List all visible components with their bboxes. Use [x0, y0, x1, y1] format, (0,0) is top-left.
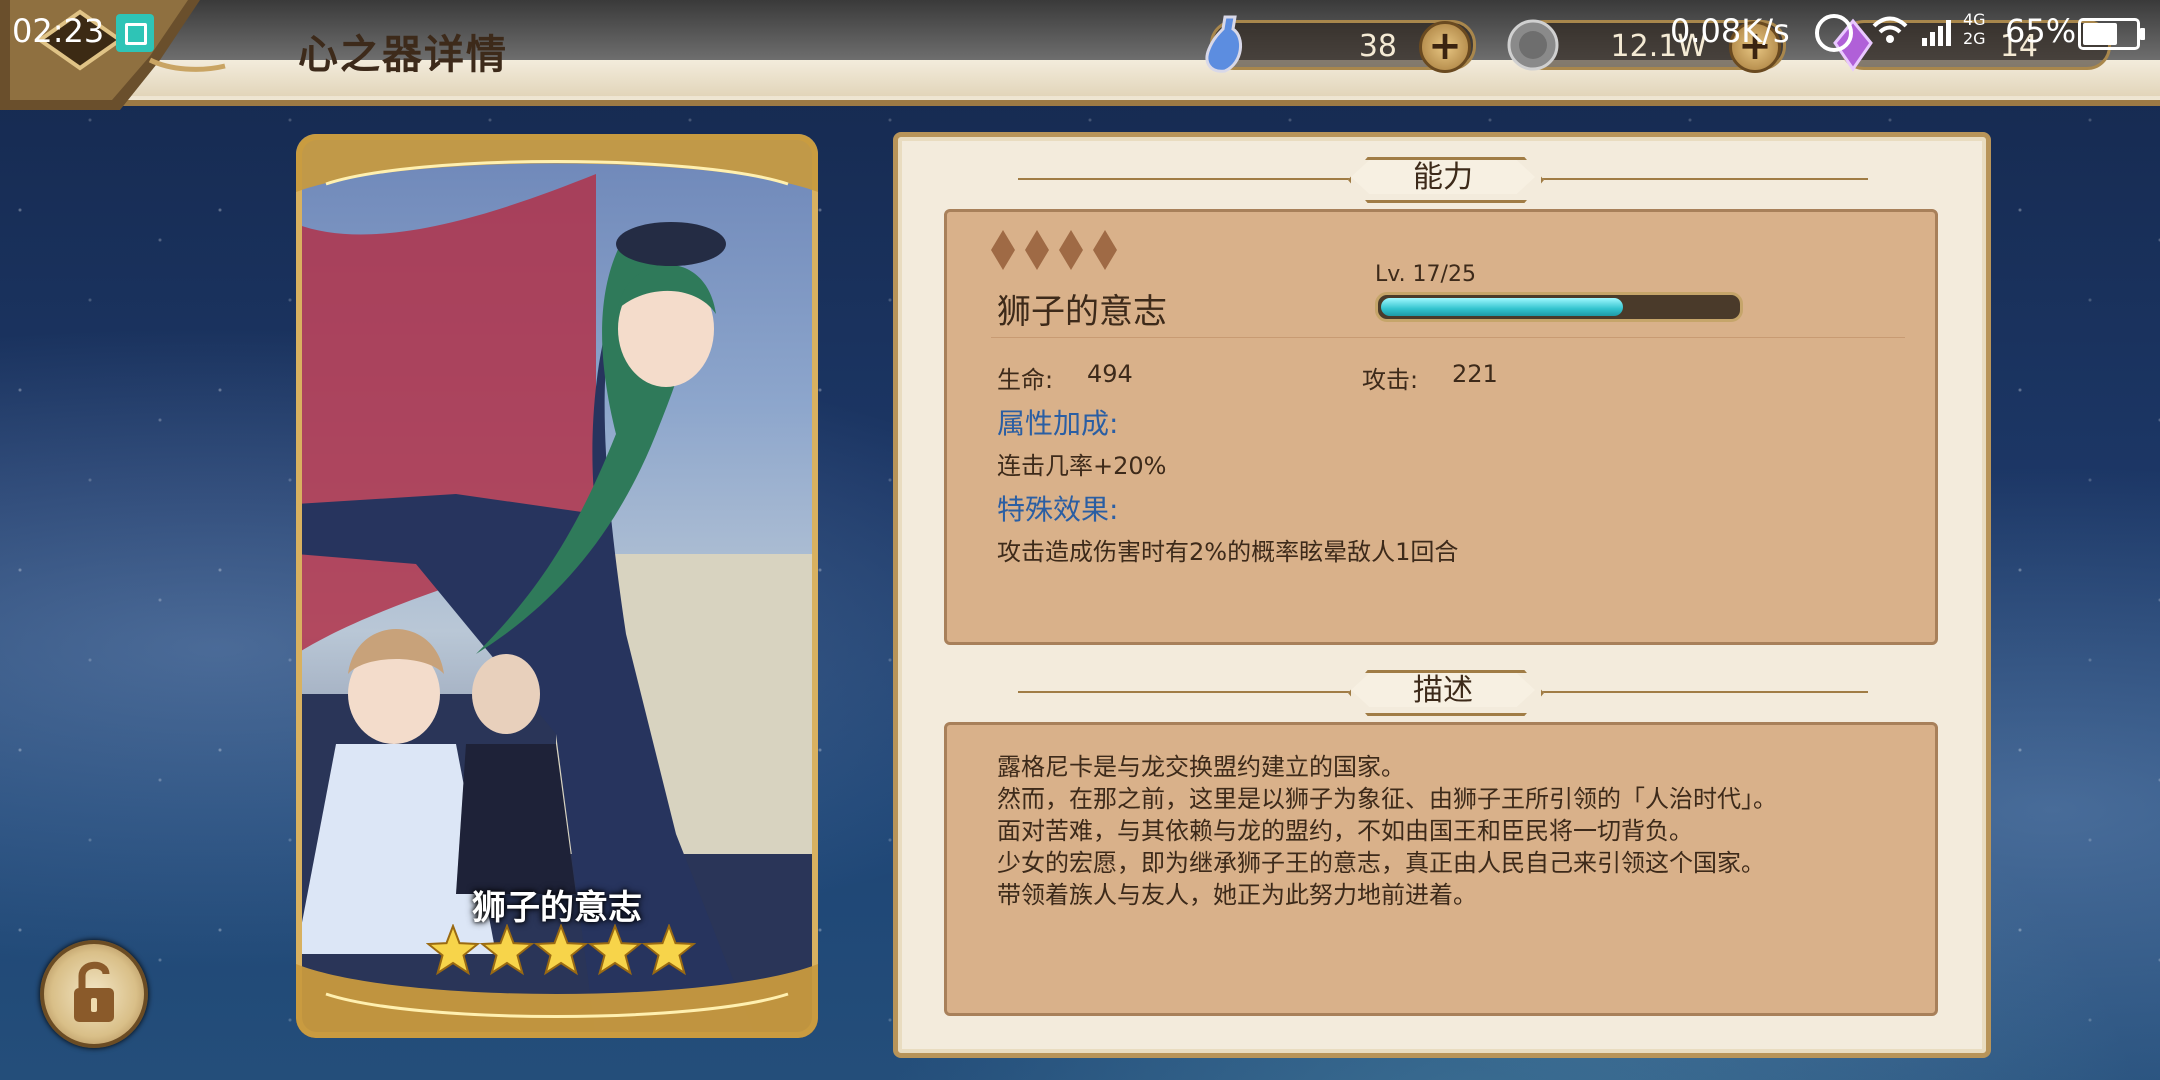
stats-divider: [991, 337, 1905, 338]
star-icon: [533, 924, 589, 976]
ability-header: 能力: [1018, 157, 1868, 203]
battery-level: [2083, 23, 2117, 45]
card-illustration[interactable]: 狮子的意志: [296, 134, 818, 1038]
attr-bonus-label: 属性加成:: [997, 407, 1119, 440]
status-bar: 02:23 0.08K/s 4G 2G 65%: [0, 0, 2160, 60]
attr-bonus-text: 连击几率+20%: [997, 452, 1167, 480]
star-icon: [587, 924, 643, 976]
special-effect-label: 特殊效果:: [997, 493, 1119, 526]
level-text: Lv. 17/25: [1375, 262, 1476, 287]
star-icon: [426, 924, 481, 976]
screen-record-icon: [116, 14, 154, 52]
description-header: 描述: [1018, 670, 1868, 716]
battery-percent: 65%: [2005, 12, 2077, 50]
hp-value: 494: [1087, 360, 1133, 388]
rarity-diamond-icon: [991, 230, 1015, 270]
rarity-diamond-icon: [1025, 230, 1049, 270]
network-type-2g: 2G: [1963, 29, 1986, 48]
hp-label: 生命:: [997, 366, 1054, 394]
network-type-4g: 4G: [1963, 10, 1986, 29]
info-panel: 能力 狮子的意志 Lv. 17/25 生命: 494 攻击: 221 属性加成:…: [893, 132, 1991, 1058]
clock-time: 02:23: [12, 12, 105, 50]
special-effect-text: 攻击造成伤害时有2%的概率眩晕敌人1回合: [997, 538, 1459, 566]
description-line: 带领着族人与友人，她正为此努力地前进着。: [997, 881, 1477, 909]
description-line: 面对苦难，与其依赖与龙的盟约，不如由国王和臣民将一切背负。: [997, 817, 1693, 845]
atk-value: 221: [1452, 360, 1498, 388]
rarity-diamond-icon: [1093, 230, 1117, 270]
description-title: 描述: [1351, 673, 1535, 707]
lock-open-icon: [74, 961, 114, 1022]
description-line: 少女的宏愿，即为继承狮子王的意志，真正由人民自己来引领这个国家。: [997, 849, 1765, 877]
wifi-icon: [1872, 16, 1908, 43]
item-name: 狮子的意志: [997, 292, 1167, 332]
network-speed: 0.08K/s: [1670, 12, 1790, 50]
rarity-diamond-icon: [1059, 230, 1083, 270]
alarm-icon: [1815, 14, 1853, 52]
lock-button[interactable]: [40, 940, 148, 1048]
atk-label: 攻击:: [1362, 366, 1419, 394]
rarity-diamonds: [991, 230, 1127, 274]
star-icon: [641, 924, 696, 976]
description-box: 露格尼卡是与龙交换盟约建立的国家。 然而，在那之前，这里是以狮子为象征、由狮子王…: [944, 722, 1938, 1016]
battery-icon: [2078, 18, 2145, 50]
card-star-rating: [426, 924, 696, 976]
signal-icon: [1922, 20, 1951, 46]
description-line: 露格尼卡是与龙交换盟约建立的国家。: [997, 753, 1405, 781]
level-progress-bar: [1375, 292, 1743, 322]
network-type: 4G 2G: [1963, 10, 1986, 48]
level-progress-fill: [1381, 298, 1623, 316]
ability-title: 能力: [1351, 160, 1535, 194]
card-name: 狮子的意志: [472, 888, 642, 928]
description-line: 然而，在那之前，这里是以狮子为象征、由狮子王所引领的「人治时代」。: [997, 785, 1777, 813]
star-icon: [479, 924, 535, 976]
ability-box: 狮子的意志 Lv. 17/25 生命: 494 攻击: 221 属性加成: 连击…: [944, 209, 1938, 645]
